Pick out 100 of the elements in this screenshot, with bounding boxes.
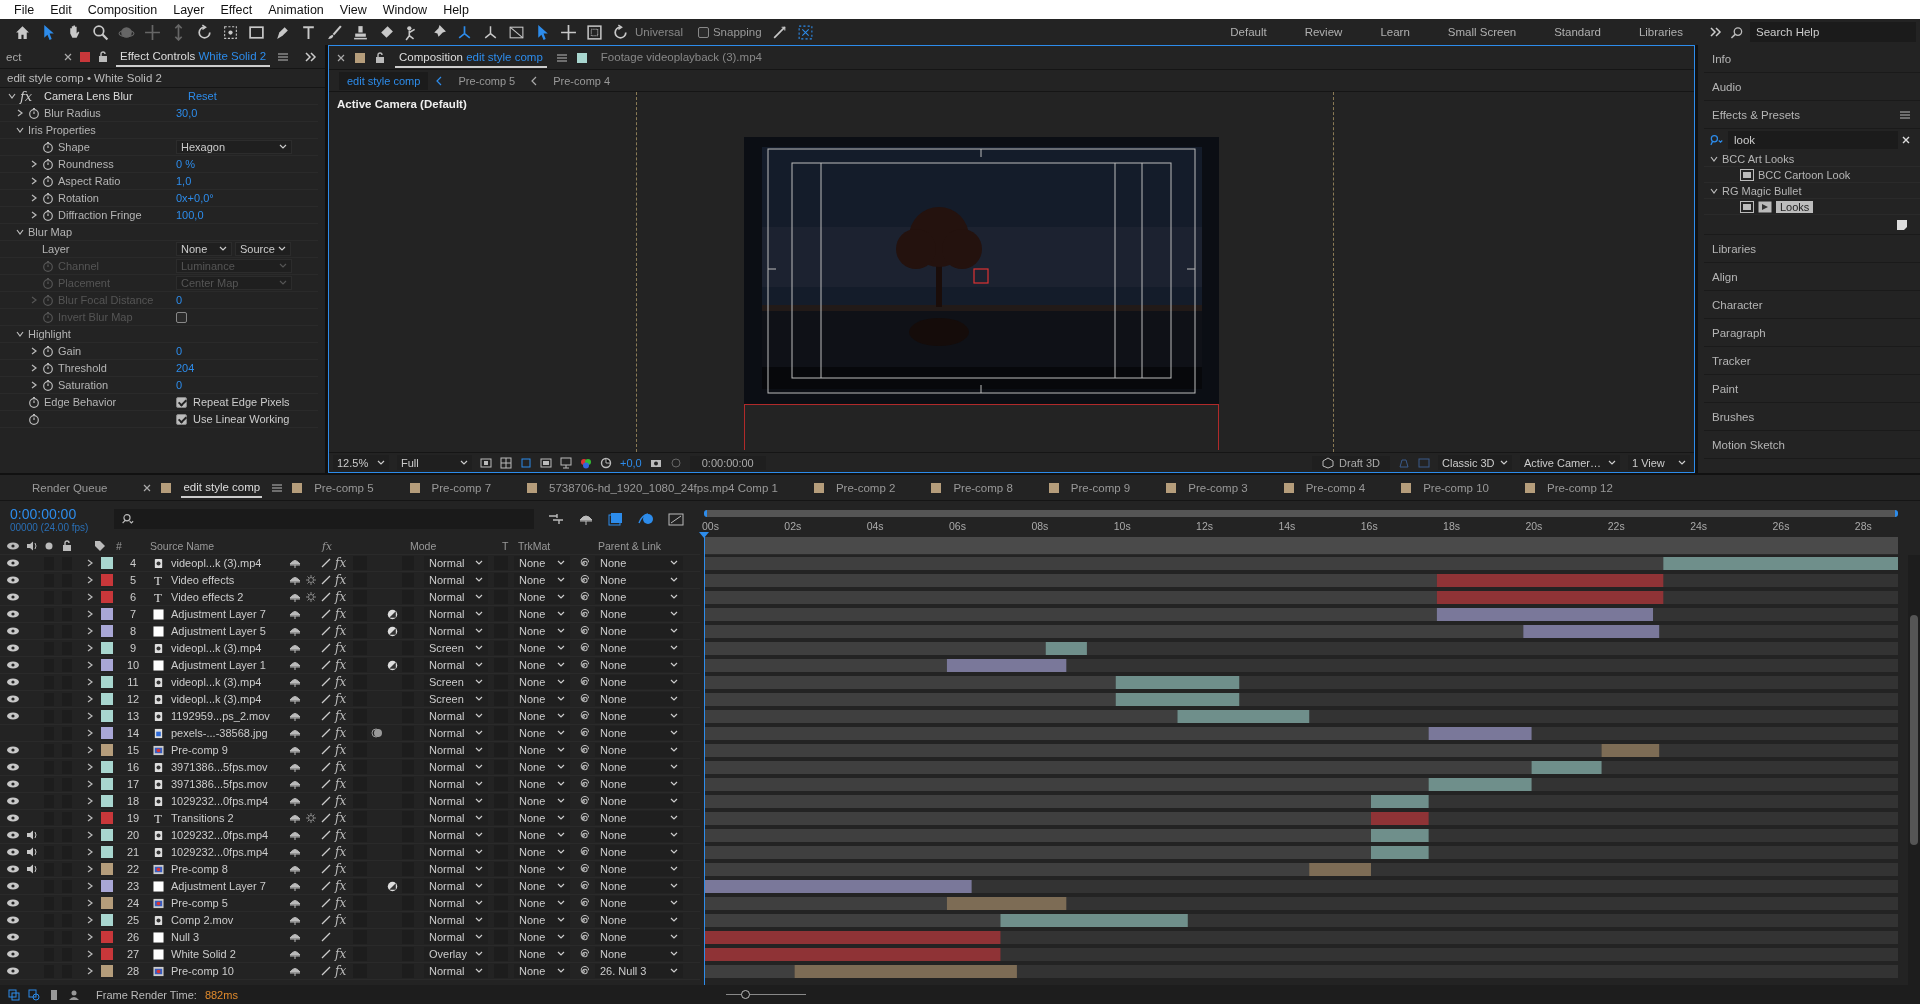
mode-dropdown[interactable]: Normal — [424, 811, 488, 825]
shy-icon[interactable] — [289, 558, 301, 568]
label-color-swatch[interactable] — [101, 693, 113, 705]
stopwatch-icon[interactable] — [42, 175, 54, 187]
eraser-tool-icon[interactable] — [378, 23, 395, 41]
pick-whip-icon[interactable] — [578, 812, 589, 824]
menu-icon[interactable] — [1900, 110, 1910, 119]
twirl-icon[interactable] — [16, 228, 24, 236]
shy-icon[interactable] — [289, 915, 301, 925]
close-icon[interactable] — [143, 483, 152, 492]
effect-switch[interactable]: fx — [335, 913, 349, 927]
eye-icon[interactable] — [6, 898, 20, 908]
timeline-tab[interactable]: Pre-comp 9 — [1068, 478, 1133, 497]
shy-icon[interactable] — [289, 864, 301, 874]
stopwatch-icon[interactable] — [42, 379, 54, 391]
panel-title[interactable]: Motion Sketch — [1712, 438, 1785, 451]
panel-title[interactable]: Libraries — [1712, 242, 1757, 255]
label-color-swatch[interactable] — [101, 574, 113, 586]
mode-dropdown[interactable]: Normal — [424, 658, 488, 672]
stopwatch-icon[interactable] — [28, 413, 40, 425]
twirl-icon[interactable] — [86, 916, 94, 924]
timeline-tab[interactable]: 5738706-hd_1920_1080_24fps.mp4 Comp 1 — [547, 478, 780, 497]
column-header[interactable]: Source Name — [150, 539, 322, 552]
speaker-icon[interactable] — [26, 830, 38, 840]
twirl-icon[interactable] — [86, 695, 94, 703]
close-icon[interactable] — [337, 53, 345, 62]
viewer-tab[interactable]: Footage videoplayback (3).mp4 — [596, 47, 766, 68]
twirl-icon[interactable] — [30, 381, 38, 389]
label-color-swatch[interactable] — [101, 778, 113, 790]
pick-whip-icon[interactable] — [578, 880, 589, 892]
frame-blending-icon[interactable] — [608, 512, 624, 526]
pick-whip-icon[interactable] — [578, 795, 589, 807]
new-folder-icon[interactable] — [1896, 218, 1908, 231]
parent-dropdown[interactable]: None — [595, 828, 683, 842]
track-matte-dropdown[interactable]: None — [514, 845, 570, 859]
menu-item[interactable]: Animation — [260, 2, 332, 17]
label-color-swatch[interactable] — [101, 591, 113, 603]
layer-name[interactable]: Null 3 — [171, 931, 289, 943]
track-matte-dropdown[interactable]: None — [514, 964, 570, 978]
eye-icon[interactable] — [6, 881, 20, 891]
menu-item[interactable]: Composition — [79, 2, 166, 17]
twirl-icon[interactable] — [16, 330, 24, 338]
layer-name[interactable]: Pre-comp 10 — [171, 965, 289, 977]
timeline-tab[interactable]: Pre-comp 7 — [429, 478, 494, 497]
parent-dropdown[interactable]: None — [595, 726, 683, 740]
twirl-icon[interactable] — [1710, 154, 1718, 163]
layer-name[interactable]: Video effects 2 — [171, 591, 289, 603]
shy-icon[interactable] — [289, 711, 301, 721]
mode-dropdown[interactable]: Normal — [424, 794, 488, 808]
pick-whip-icon[interactable] — [578, 642, 589, 654]
workspace-tab[interactable]: Libraries — [1619, 26, 1702, 38]
property-value[interactable]: 0 — [176, 379, 183, 391]
resolution-dropdown[interactable]: Full — [397, 455, 472, 470]
pick-whip-icon[interactable] — [578, 931, 589, 943]
property-value[interactable]: 30,0 — [176, 107, 198, 119]
pick-whip-icon[interactable] — [578, 625, 589, 637]
checkbox[interactable]: Repeat Edge Pixels — [176, 396, 290, 408]
eye-icon[interactable] — [6, 949, 20, 959]
shy-icon[interactable] — [289, 609, 301, 619]
eye-icon[interactable] — [6, 626, 20, 636]
user-icon[interactable] — [68, 988, 80, 1001]
menu-item[interactable]: Effect — [212, 2, 261, 17]
graph-editor-icon[interactable] — [668, 512, 684, 526]
effect-switch[interactable]: fx — [335, 573, 349, 587]
track-matte-dropdown[interactable]: None — [514, 675, 570, 689]
breadcrumb[interactable]: Pre-comp 5 — [450, 71, 524, 90]
layer-name[interactable]: Pre-comp 5 — [171, 897, 289, 909]
draft-3d-button[interactable]: Draft 3D — [1312, 455, 1390, 470]
menu-icon[interactable] — [278, 52, 289, 61]
layer-name[interactable]: videopl...k (3).mp4 — [171, 693, 289, 705]
menu-icon[interactable] — [556, 53, 567, 62]
effect-switch[interactable]: fx — [335, 556, 349, 570]
shy-icon[interactable] — [289, 932, 301, 942]
label-color-swatch[interactable] — [101, 880, 113, 892]
twirl-icon[interactable] — [30, 211, 38, 219]
label-color-swatch[interactable] — [101, 965, 113, 977]
parent-dropdown[interactable]: None — [595, 675, 683, 689]
effect-switch[interactable]: fx — [335, 947, 349, 961]
property-dropdown[interactable]: None — [176, 242, 232, 256]
workspace-tab[interactable]: Small Screen — [1428, 26, 1536, 38]
eye-icon[interactable] — [6, 745, 20, 755]
shy-icon[interactable] — [289, 949, 301, 959]
timeline-tab[interactable]: Pre-comp 3 — [1186, 478, 1250, 497]
view-layout-dropdown[interactable]: 1 View — [1628, 455, 1690, 470]
timeline-tab[interactable]: Render Queue — [30, 478, 110, 497]
twirl-icon[interactable] — [86, 882, 94, 890]
effect-switch[interactable]: fx — [335, 709, 349, 723]
twirl-icon[interactable] — [86, 899, 94, 907]
mode-dropdown[interactable]: Normal — [424, 590, 488, 604]
local-axis-icon[interactable] — [456, 23, 473, 41]
panel-title[interactable]: Paint — [1712, 382, 1739, 395]
twirl-icon[interactable] — [86, 814, 94, 822]
zoom-dropdown[interactable]: 12.5% — [333, 455, 389, 470]
parent-dropdown[interactable]: None — [595, 607, 683, 621]
property-value[interactable]: 0x+0,0° — [176, 192, 214, 204]
twirl-icon[interactable] — [86, 967, 94, 975]
mode-dropdown[interactable]: Screen — [424, 641, 488, 655]
effect-controls-tab[interactable]: Effect Controls White Solid 2 — [116, 46, 271, 67]
label-color-swatch[interactable] — [101, 744, 113, 756]
shy-icon[interactable] — [289, 881, 301, 891]
